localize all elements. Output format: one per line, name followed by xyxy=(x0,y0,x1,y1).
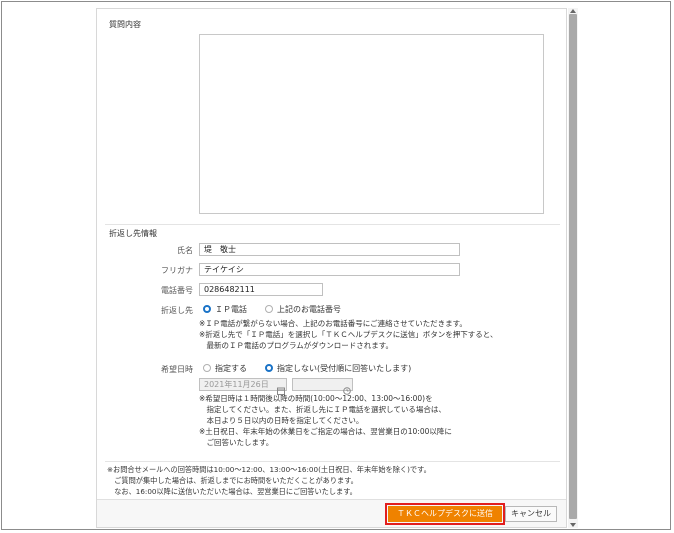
furigana-label: フリガナ xyxy=(161,266,193,275)
callback-section-title: 折返し先情報 xyxy=(109,229,157,238)
phone-field[interactable]: 0286482111 xyxy=(199,283,323,296)
question-textarea[interactable] xyxy=(199,34,544,214)
radio-specify-label: 指定する xyxy=(215,364,247,373)
scroll-down-arrow[interactable] xyxy=(570,523,576,527)
divider xyxy=(105,461,560,462)
name-label: 氏名 xyxy=(177,246,193,255)
dest-note-3: 最新のＩＰ電話のプログラムがダウンロードされます。 xyxy=(199,341,394,350)
dest-note-2: ※折返し先で「ＩＰ電話」を選択し「ＴＫＣヘルプデスクに送信」ボタンを押下すると、 xyxy=(199,330,498,339)
question-label: 質問内容 xyxy=(109,20,141,29)
footer-note-3: なお、16:00以降に送信いただいた場合は、翌営業日にご回答いたします。 xyxy=(107,487,357,496)
footer-note-2: ご質問が集中した場合は、折返しまでにお時間をいただくことがあります。 xyxy=(107,476,358,485)
scrollbar-thumb[interactable] xyxy=(569,14,577,519)
radio-above-phone[interactable] xyxy=(265,305,273,313)
divider xyxy=(105,224,560,225)
cancel-button[interactable]: キャンセル xyxy=(505,506,557,522)
date-note-1: ※希望日時は１時間後以降の時間(10:00～12:00、13:00～16:00)… xyxy=(199,394,433,403)
radio-above-phone-label: 上記のお電話番号 xyxy=(277,305,341,314)
name-field[interactable]: 堤 敬士 xyxy=(199,243,460,256)
date-field[interactable]: 2021年11月26日 xyxy=(199,378,287,391)
radio-not-specify-label: 指定しない(受付順に回答いたします) xyxy=(277,364,412,373)
callback-dest-label: 折返し先 xyxy=(161,306,193,315)
scrollbar[interactable] xyxy=(568,8,578,528)
radio-not-specify[interactable] xyxy=(265,364,273,372)
radio-ip-phone-label: ＩＰ電話 xyxy=(215,305,247,314)
dest-note-1: ※ＩＰ電話が繋がらない場合、上記のお電話番号にご連絡させていただきます。 xyxy=(199,319,467,328)
radio-specify[interactable] xyxy=(203,364,211,372)
furigana-field[interactable]: テイケイシ xyxy=(199,263,460,276)
date-note-4: ※土日祝日、年末年始の休業日をご指定の場合は、翌営業日の10:00以降に xyxy=(199,427,452,436)
clock-icon[interactable] xyxy=(343,380,351,395)
radio-ip-phone[interactable] xyxy=(203,305,211,313)
calendar-icon[interactable] xyxy=(277,380,285,395)
scroll-up-arrow[interactable] xyxy=(570,9,576,13)
phone-label: 電話番号 xyxy=(161,286,193,295)
inquiry-form: 質問内容 折返し先情報 氏名 堤 敬士 フリガナ テイケイシ 電話番号 0286… xyxy=(96,8,567,528)
date-note-5: ご回答いたします。 xyxy=(199,438,274,447)
date-note-3: 本日より５日以内の日時を指定してください。 xyxy=(199,416,364,425)
desired-date-label: 希望日時 xyxy=(161,365,193,374)
footer-note-1: ※お問合せメールへの回答時間は10:00～12:00、13:00～16:00(土… xyxy=(107,465,431,474)
send-to-helpdesk-button[interactable]: ＴＫＣヘルプデスクに送信 xyxy=(385,503,505,525)
date-note-2: 指定してください。また、折返し先にＩＰ電話を選択している場合は、 xyxy=(199,405,446,414)
